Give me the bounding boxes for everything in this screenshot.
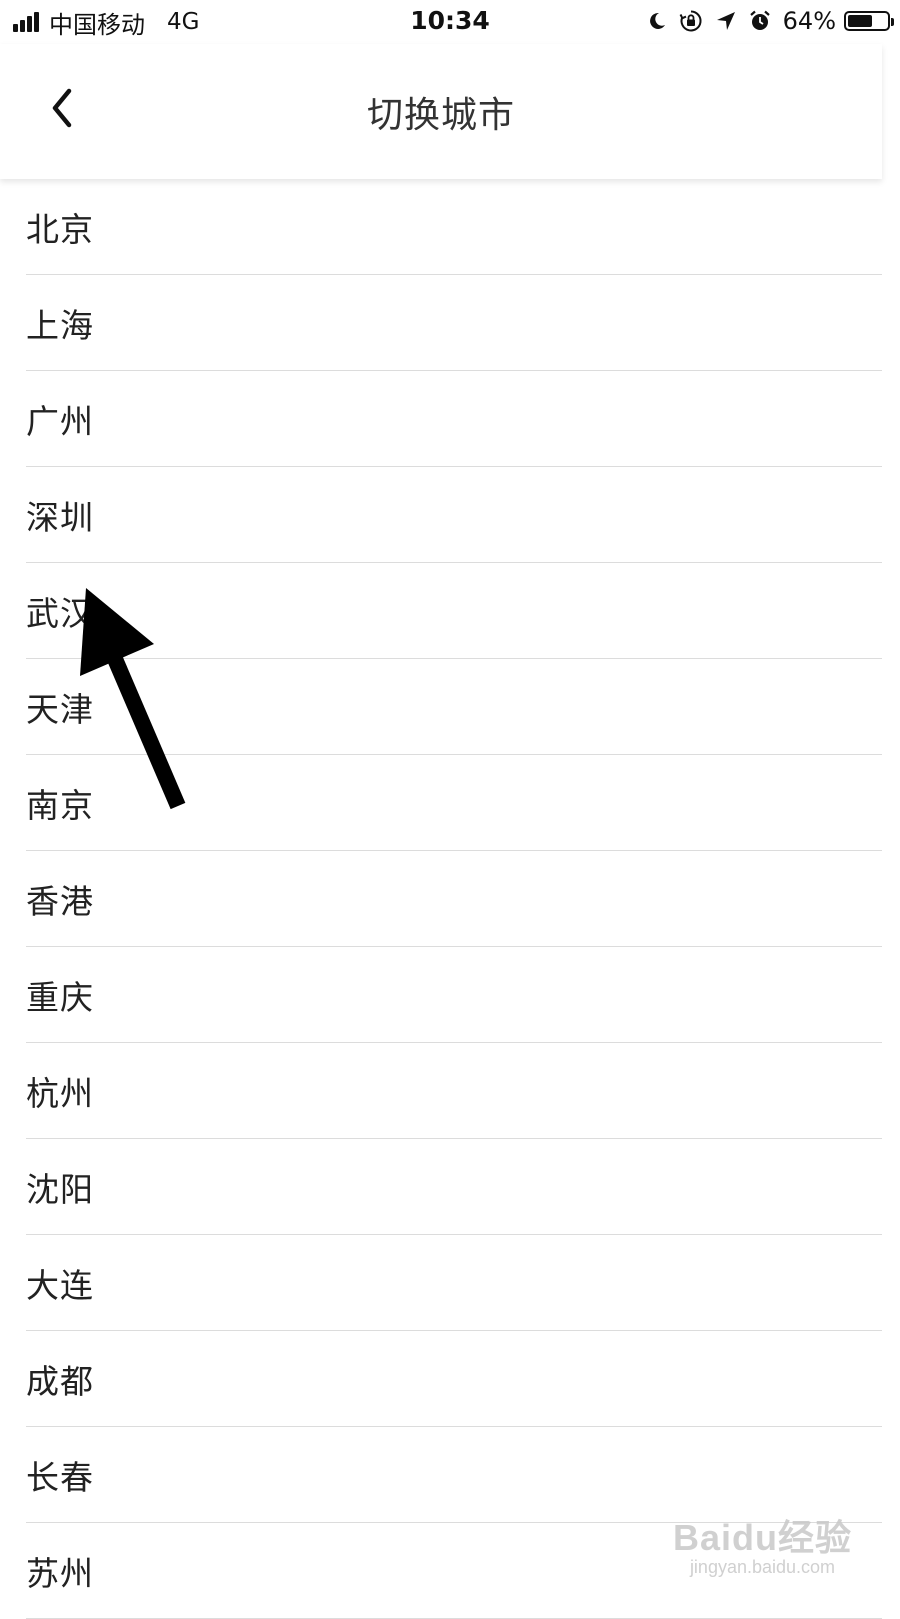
city-name: 深圳 xyxy=(26,497,94,537)
city-item-hangzhou[interactable]: 杭州 xyxy=(26,1043,882,1139)
city-name: 杭州 xyxy=(26,1073,94,1113)
watermark: Baidu经验 jingyan.baidu.com xyxy=(673,1509,852,1578)
alarm-icon xyxy=(749,10,771,32)
page-title: 切换城市 xyxy=(366,95,515,136)
city-name: 长春 xyxy=(26,1457,94,1497)
city-item-shanghai[interactable]: 上海 xyxy=(26,275,882,371)
city-item-nanjing[interactable]: 南京 xyxy=(26,755,882,851)
watermark-logo: Baidu经验 xyxy=(672,1517,852,1558)
city-item-tianjin[interactable]: 天津 xyxy=(26,659,882,755)
city-name: 苏州 xyxy=(26,1553,94,1593)
city-name: 重庆 xyxy=(26,977,94,1017)
city-list: 北京 上海 广州 深圳 武汉 天津 南京 香港 重庆 杭州 沈阳 大连 成都 长… xyxy=(0,179,882,1619)
city-name: 北京 xyxy=(26,209,94,249)
city-name: 武汉 xyxy=(26,593,94,633)
city-name: 沈阳 xyxy=(26,1169,94,1209)
watermark-url: jingyan.baidu.com xyxy=(689,1557,836,1577)
city-name: 天津 xyxy=(26,689,94,729)
city-item-chengdu[interactable]: 成都 xyxy=(26,1331,882,1427)
location-arrow-icon xyxy=(715,10,737,32)
city-name: 香港 xyxy=(26,881,94,921)
rotation-lock-icon xyxy=(679,9,703,33)
nav-bar: 切换城市 xyxy=(0,44,882,179)
battery-icon xyxy=(844,11,894,31)
city-item-chongqing[interactable]: 重庆 xyxy=(26,947,882,1043)
battery-percent: 64% xyxy=(782,7,836,35)
city-item-shenyang[interactable]: 沈阳 xyxy=(26,1139,882,1235)
city-name: 上海 xyxy=(26,305,94,345)
city-item-guangzhou[interactable]: 广州 xyxy=(26,371,882,467)
moon-icon xyxy=(647,11,667,31)
city-name: 成都 xyxy=(26,1361,94,1401)
city-item-dalian[interactable]: 大连 xyxy=(26,1235,882,1331)
city-name: 南京 xyxy=(26,785,94,825)
status-right: 64% xyxy=(635,6,894,36)
city-name: 大连 xyxy=(26,1265,94,1305)
city-item-beijing[interactable]: 北京 xyxy=(26,179,882,275)
city-item-shenzhen[interactable]: 深圳 xyxy=(26,467,882,563)
city-name: 广州 xyxy=(26,401,94,441)
status-bar: 中国移动 4G 10:34 64% xyxy=(0,0,900,44)
city-item-hongkong[interactable]: 香港 xyxy=(26,851,882,947)
city-item-wuhan[interactable]: 武汉 xyxy=(26,563,882,659)
